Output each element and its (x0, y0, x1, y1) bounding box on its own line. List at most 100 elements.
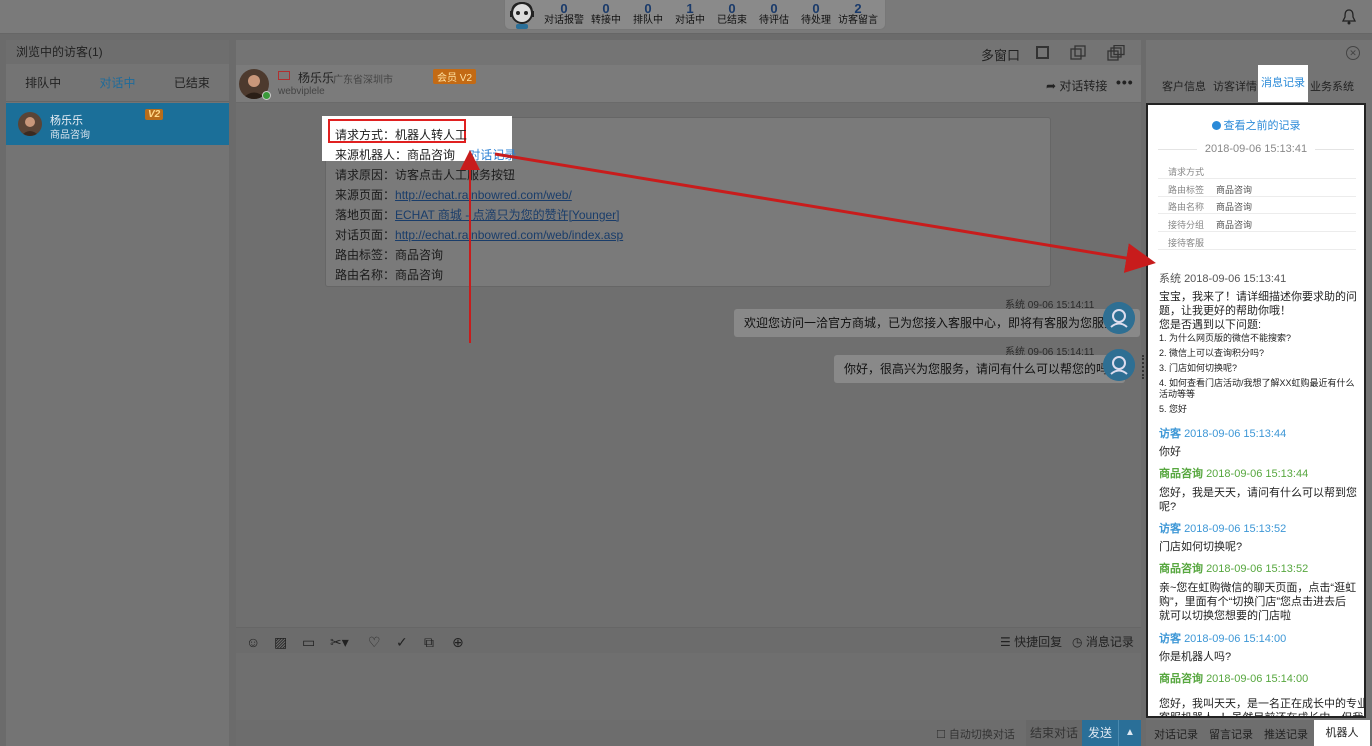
stat-queue[interactable]: 0 排队中 (627, 2, 669, 27)
single-window-icon[interactable] (1036, 46, 1049, 59)
multi-window-label[interactable]: 多窗口 (981, 45, 1020, 64)
info-value: 商品咨询 (1216, 185, 1253, 195)
chat-page-row: 对话页面：http://echat.rainbowred.com/web/ind… (335, 226, 623, 243)
resize-handle[interactable] (1142, 355, 1145, 379)
more-menu-icon[interactable]: ••• (1116, 74, 1134, 90)
info-key: 接待客服 (1168, 238, 1205, 248)
info-value: 商品咨询 (1216, 220, 1253, 230)
route-tag: 路由标签：商品咨询 (335, 248, 444, 262)
triple-window-icon[interactable] (1107, 45, 1125, 61)
sender-name: 商品咨询 (1159, 563, 1203, 575)
globe-icon[interactable]: ⊕ (452, 634, 464, 651)
quick-reply-button[interactable]: ☰ 快捷回复 (1000, 633, 1062, 650)
record-tabs: 对话记录 留言记录 推送记录 机器人 (1146, 720, 1372, 746)
bell-icon[interactable] (1342, 9, 1356, 25)
visitor-list-item[interactable]: 杨乐乐 商品咨询 V2 (6, 103, 229, 145)
tab-ended[interactable]: 已结束 (155, 74, 229, 91)
landing-page-link[interactable]: ECHAT 商城 - 点滴只为您的赞许[Younger] (395, 208, 620, 222)
sender-name: 系统 (1159, 273, 1181, 285)
info-key: 请求方式 (1168, 167, 1205, 177)
emoji-icon[interactable]: ☺ (246, 634, 260, 650)
folder-icon[interactable]: ▭ (302, 634, 315, 651)
request-reason: 请求原因：访客点击人工服务按钮 (335, 168, 516, 182)
message-history-label: 消息记录 (1085, 635, 1134, 649)
chat-page-link[interactable]: http://echat.rainbowred.com/web/index.as… (395, 228, 623, 242)
stat-pending[interactable]: 0 待处理 (795, 2, 837, 27)
auto-switch-label: 自动切换对话 (948, 729, 1015, 741)
quick-reply-label: 快捷回复 (1014, 635, 1063, 649)
source-page-link[interactable]: http://echat.rainbowred.com/web/ (395, 188, 572, 202)
request-method: 请求方式：机器人转人工 (335, 128, 468, 142)
log-text: 你好 (1159, 446, 1181, 458)
date-separator: 2018-09-06 15:13:41 (1148, 143, 1364, 155)
clock-icon: ◷ (1072, 635, 1086, 649)
desktop-icon (278, 71, 290, 80)
info-key: 接待分组 (1168, 220, 1205, 230)
tab-business-system[interactable]: 业务系统 (1310, 78, 1354, 94)
stat-evaluate[interactable]: 0 待评估 (753, 2, 795, 27)
tab-message-records[interactable]: 消息记录 (1258, 65, 1308, 102)
evaluate-icon[interactable]: ✓ (396, 634, 408, 651)
tab-chat-records[interactable]: 对话记录 (1154, 726, 1198, 742)
end-chat-button[interactable]: 结束对话 (1026, 720, 1082, 746)
tab-customer-info[interactable]: 客户信息 (1162, 78, 1206, 94)
info-row: 接待客服 (1158, 232, 1356, 250)
tab-robot[interactable]: 机器人 (1314, 720, 1370, 746)
stat-transferring[interactable]: 0 转接中 (585, 2, 627, 27)
info-value: 商品咨询 (1216, 202, 1253, 212)
close-icon[interactable]: ✕ (1346, 46, 1360, 60)
log-text: 1. 为什么网页版的微信不能搜索? (1159, 333, 1292, 343)
stat-ended[interactable]: 0 已结束 (711, 2, 753, 27)
info-key: 路由名称 (1168, 202, 1205, 212)
bot-avatar-icon (1103, 349, 1135, 381)
log-sender: 系统 2018-09-06 15:13:41 (1159, 270, 1286, 286)
message-record-panel: 查看之前的记录 2018-09-06 15:13:41 请求方式 路由标签 商品咨… (1146, 103, 1366, 718)
link-icon[interactable]: ⧉ (424, 634, 434, 651)
message-history-button[interactable]: ◷ 消息记录 (1072, 633, 1134, 650)
sender-name: 访客 (1159, 428, 1181, 440)
log-text: 客服机器人~！虽然目前还在成长中，但我 (1159, 712, 1364, 718)
log-text: 2. 微信上可以查询积分吗? (1159, 348, 1265, 358)
chat-page-label: 对话页面： (335, 228, 396, 242)
view-previous-link[interactable]: 查看之前的记录 (1148, 117, 1364, 133)
send-button[interactable]: 发送 (1082, 720, 1118, 746)
message-bubble: 欢迎您访问一洽官方商城，已为您接入客服中心，即将有客服为您服务~~ (734, 309, 1141, 337)
log-sender: 访客 2018-09-06 15:14:00 (1159, 630, 1286, 646)
info-row: 接待分组 商品咨询 (1158, 214, 1356, 232)
source-page-row: 来源页面：http://echat.rainbowred.com/web/ (335, 186, 572, 203)
log-text: 你是机器人吗? (1159, 651, 1232, 663)
chat-record-link[interactable]: 对话记录 (468, 148, 516, 162)
visitor-sidebar: 浏览中的访客(1) 排队中 对话中 已结束 杨乐乐 商品咨询 V2 (6, 40, 229, 746)
transfer-button[interactable]: ➦ 对话转接 (1046, 77, 1107, 94)
view-previous-label: 查看之前的记录 (1223, 120, 1301, 132)
tab-message-records[interactable]: 留言记录 (1209, 726, 1253, 742)
log-sender: 商品咨询 2018-09-06 15:13:52 (1159, 560, 1308, 576)
image-icon[interactable]: ▨ (274, 634, 287, 651)
send-options-icon[interactable]: ▲ (1118, 720, 1141, 746)
auto-switch-checkbox[interactable]: ☐ 自动切换对话 (936, 726, 1015, 742)
log-text: 您是否遇到以下问题: (1159, 319, 1262, 331)
source-robot-row: 来源机器人：商品咨询 对话记录 (335, 146, 516, 163)
screenshot-icon[interactable]: ✂▾ (330, 634, 349, 651)
sender-time: 2018-09-06 15:13:52 (1206, 563, 1309, 575)
log-sender: 访客 2018-09-06 15:13:52 (1159, 520, 1286, 536)
stat-alarm[interactable]: 0 对话报警 (543, 2, 585, 27)
visitor-route: 商品咨询 (50, 130, 90, 141)
sender-time: 2018-09-06 15:14:00 (1206, 673, 1309, 685)
log-text: 活动等等 (1159, 389, 1196, 399)
tab-queue[interactable]: 排队中 (6, 74, 80, 91)
tab-in-chat[interactable]: 对话中 (80, 74, 154, 91)
tab-push-records[interactable]: 推送记录 (1264, 726, 1308, 742)
favorite-icon[interactable]: ♡ (368, 634, 381, 651)
message-bubble: 你好，很高兴为您服务，请问有什么可以帮您的吗? (834, 355, 1125, 383)
stat-messages[interactable]: 2 访客留言 (837, 2, 879, 27)
sender-time: 2018-09-06 15:13:52 (1184, 523, 1287, 535)
transfer-icon: ➦ (1046, 79, 1060, 93)
sender-time: 2018-09-06 15:14:00 (1184, 633, 1287, 645)
agent-avatar-icon[interactable] (507, 0, 537, 30)
tab-visitor-details[interactable]: 访客详情 (1213, 78, 1257, 94)
stat-in-chat[interactable]: 1 对话中 (669, 2, 711, 27)
double-window-icon[interactable] (1070, 45, 1086, 61)
route-name: 路由名称：商品咨询 (335, 268, 444, 282)
visitor-tabs: 排队中 对话中 已结束 (6, 64, 229, 102)
